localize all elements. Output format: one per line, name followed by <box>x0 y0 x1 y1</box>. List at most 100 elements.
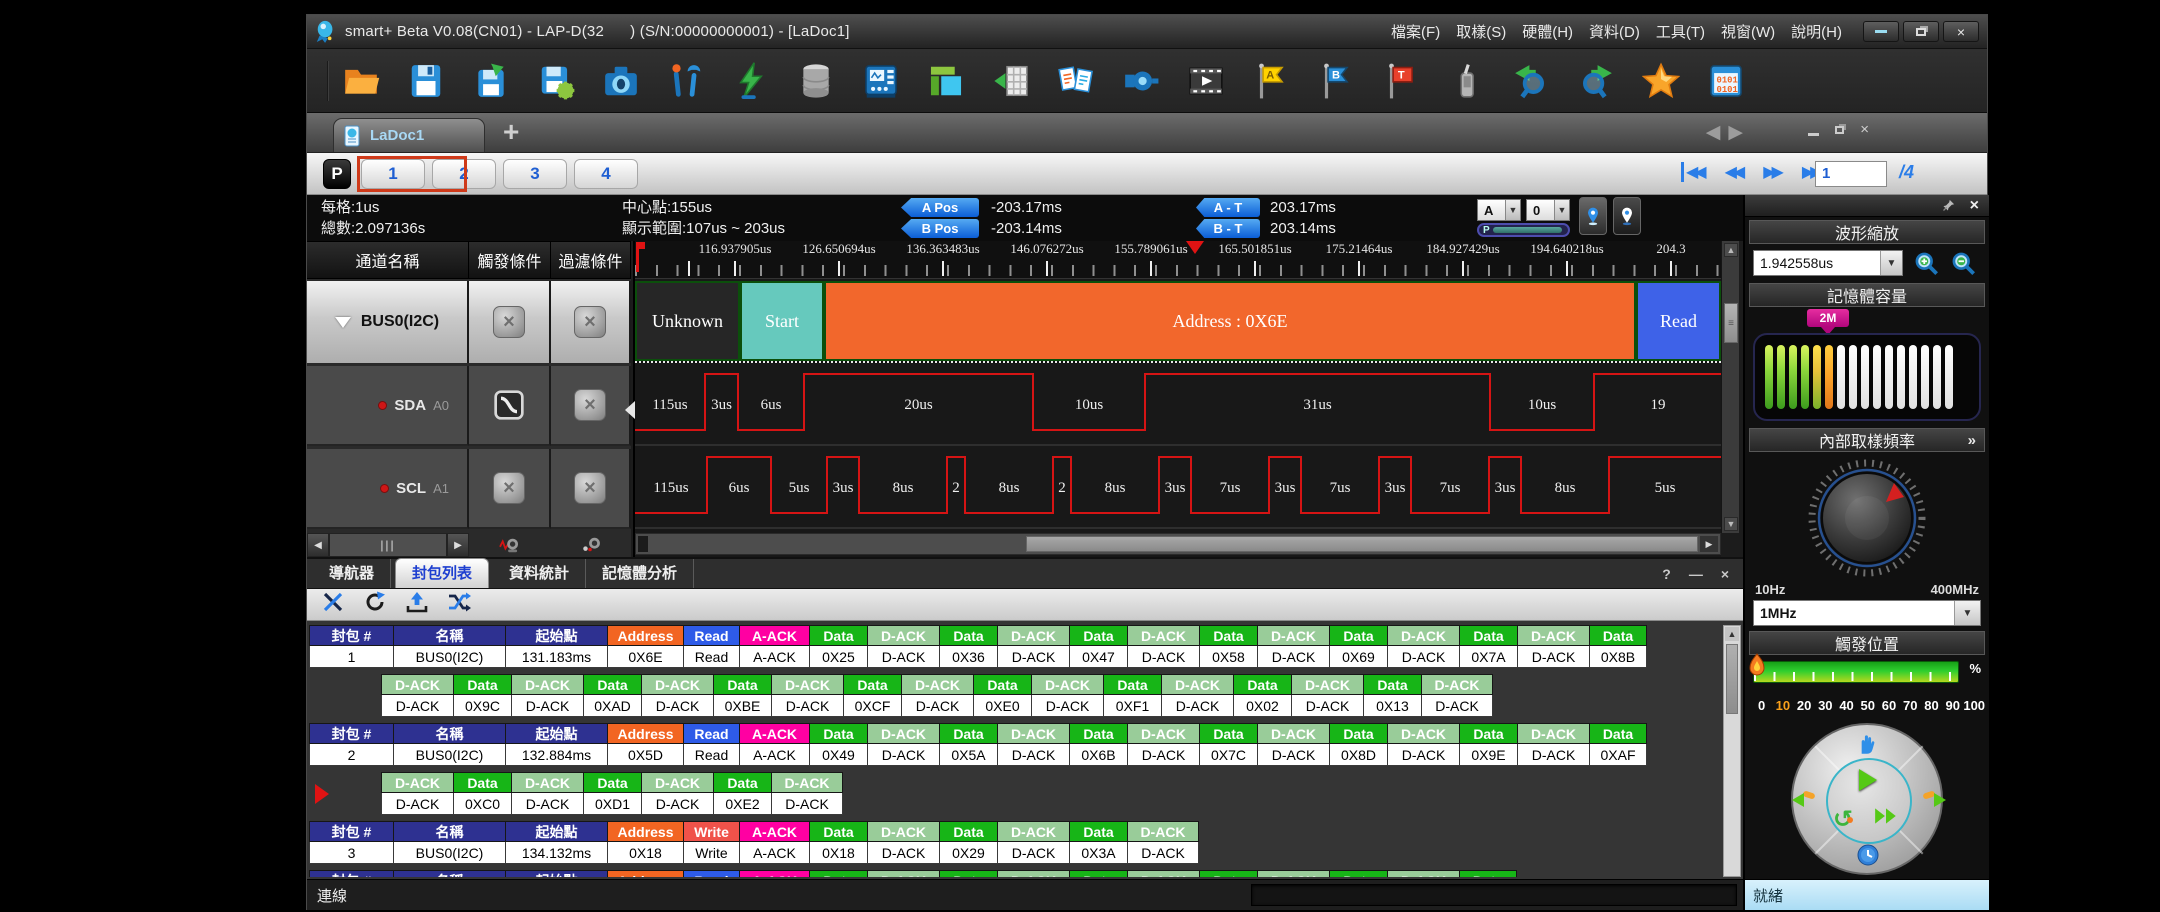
search-backward-icon[interactable] <box>1512 62 1550 100</box>
packet-cell[interactable]: 0X6B <box>1069 744 1127 766</box>
export-data-icon[interactable] <box>992 62 1030 100</box>
hand-pan-icon[interactable] <box>1853 731 1879 757</box>
packet-cell[interactable]: 0XD1 <box>583 793 641 815</box>
value-select[interactable]: 0▼ <box>1526 199 1570 221</box>
edge-trigger-icon[interactable] <box>493 389 525 421</box>
packet-cell[interactable]: 0X5A <box>939 744 997 766</box>
bottom-tab-0[interactable]: 導航器 <box>313 559 391 588</box>
restore-button[interactable] <box>1903 21 1939 42</box>
waveform-v-scrollbar[interactable]: ▲ ≡ ▼ <box>1721 241 1739 533</box>
packet-cell[interactable]: D-ACK <box>901 695 973 717</box>
menu-item[interactable]: 視窗(W) <box>1714 18 1782 45</box>
sda-filter-cell[interactable]: × <box>551 366 631 446</box>
packet-cell[interactable]: D-ACK <box>1127 744 1199 766</box>
packet-cell[interactable]: 0X5D <box>607 744 683 766</box>
close-panel-icon[interactable]: × <box>1970 198 1979 214</box>
bus-trigger-cell[interactable]: × <box>469 281 551 363</box>
bookmark-icon[interactable] <box>1642 62 1680 100</box>
h-scroll-thumb[interactable] <box>1026 536 1698 552</box>
shuffle-icon[interactable] <box>447 590 471 619</box>
page-button-2[interactable]: 2 <box>432 159 496 189</box>
packet-cell[interactable]: D-ACK <box>867 744 939 766</box>
packet-cell[interactable]: 0X18 <box>607 842 683 864</box>
packet-cell[interactable]: D-ACK <box>381 793 453 815</box>
packet-cell[interactable]: 132.884ms <box>505 744 607 766</box>
packet-cell[interactable]: 131.183ms <box>505 646 607 668</box>
packet-cell[interactable]: 0X6E <box>607 646 683 668</box>
packet-cell[interactable]: 0X02 <box>1233 695 1291 717</box>
packet-cell[interactable]: D-ACK <box>511 793 583 815</box>
packet-cell[interactable]: 1 <box>309 646 393 668</box>
packet-cell[interactable]: 0X25 <box>809 646 867 668</box>
waveform-h-scrollbar[interactable]: ▶ <box>635 533 1721 555</box>
first-page-button[interactable]: ◀◀ <box>1681 162 1703 182</box>
next-page-button[interactable]: ▶▶ <box>1763 162 1780 182</box>
doc-close-button[interactable]: × <box>1860 121 1869 138</box>
cursor-select[interactable]: A▼ <box>1477 199 1521 221</box>
packet-cell[interactable]: D-ACK <box>997 646 1069 668</box>
open-file-icon[interactable] <box>342 62 380 100</box>
packet-cell[interactable]: 0X69 <box>1329 646 1387 668</box>
prev-page-button[interactable]: ◀◀ <box>1725 162 1742 182</box>
sda-trigger-cell[interactable] <box>469 366 551 446</box>
packet-cell[interactable]: 0X8B <box>1589 646 1647 668</box>
packet-row[interactable]: 封包 #名稱起始點AddressReadA-ACKDataD-ACKDataD-… <box>309 870 1721 877</box>
save-icon[interactable] <box>407 62 445 100</box>
packet-cell[interactable]: D-ACK <box>1127 646 1199 668</box>
delete-packets-icon[interactable] <box>321 590 345 619</box>
bottom-tab-1[interactable]: 封包列表 <box>395 558 489 588</box>
packet-cell[interactable]: D-ACK <box>867 646 939 668</box>
page-button-4[interactable]: 4 <box>574 159 638 189</box>
filter-x-icon[interactable]: × <box>574 306 606 338</box>
packet-cell[interactable]: D-ACK <box>511 695 583 717</box>
packet-row[interactable]: 封包 #名稱起始點AddressReadA-ACKDataD-ACKDataD-… <box>309 723 1721 766</box>
packet-cell[interactable]: D-ACK <box>1257 646 1329 668</box>
scl-channel-row[interactable]: SCLA1 <box>307 449 469 529</box>
close-button[interactable]: × <box>1943 21 1979 42</box>
flag-a-icon[interactable]: A <box>1252 62 1290 100</box>
packet-row[interactable]: 封包 #名稱起始點AddressReadA-ACKDataD-ACKDataD-… <box>309 625 1721 668</box>
screenshot-icon[interactable] <box>602 62 640 100</box>
storage-icon[interactable] <box>797 62 835 100</box>
export-packets-icon[interactable] <box>405 590 429 619</box>
packet-cell[interactable]: D-ACK <box>1517 646 1589 668</box>
doc-minimize-button[interactable] <box>1808 133 1819 136</box>
clock-icon[interactable] <box>1856 843 1880 867</box>
sample-rate-knob[interactable] <box>1745 454 1989 582</box>
packet-cell[interactable]: D-ACK <box>997 744 1069 766</box>
scroll-up-button[interactable]: ▲ <box>1725 627 1739 641</box>
packet-cell[interactable]: 0X36 <box>939 646 997 668</box>
packet-cell[interactable]: 0X18 <box>809 842 867 864</box>
filter-x-icon[interactable]: × <box>574 389 606 421</box>
slider-flame-marker[interactable] <box>1749 653 1765 681</box>
pin-panel-icon[interactable] <box>1941 198 1956 213</box>
packet-row[interactable]: 封包 #名稱起始點AddressWriteA-ACKDataD-ACKDataD… <box>309 821 1721 864</box>
packet-cell[interactable]: 0X47 <box>1069 646 1127 668</box>
trigger-icon[interactable] <box>732 62 770 100</box>
trigger-position-slider[interactable]: % <box>1753 657 1981 695</box>
packet-row[interactable]: D-ACKDataD-ACKDataD-ACKDataD-ACKDataD-AC… <box>381 674 1721 717</box>
packet-cell[interactable]: D-ACK <box>771 695 843 717</box>
sda-channel-row[interactable]: SDAA0 <box>307 366 469 446</box>
packet-cell[interactable]: Read <box>683 744 739 766</box>
scl-trigger-cell[interactable]: × <box>469 449 551 529</box>
packet-cell[interactable]: D-ACK <box>1161 695 1233 717</box>
decode-block[interactable]: Address : 0X6E <box>824 281 1636 361</box>
bus-decode-icon[interactable] <box>1122 62 1160 100</box>
memory-meter[interactable]: 2M <box>1753 309 1981 425</box>
refresh-icon[interactable] <box>363 590 387 619</box>
packet-cell[interactable]: A-ACK <box>739 646 809 668</box>
sample-rate-select[interactable]: 1MHz▼ <box>1753 600 1981 626</box>
page-button-1[interactable]: 1 <box>361 159 425 189</box>
packet-cell[interactable]: D-ACK <box>1387 744 1459 766</box>
page-number-input[interactable]: 1 <box>1815 161 1887 187</box>
nav-pad-disc[interactable]: ↺ <box>1791 723 1943 875</box>
packet-cell[interactable]: BUS0(I2C) <box>393 842 505 864</box>
panel-collapse-arrow[interactable] <box>625 401 635 419</box>
scroll-down-button[interactable]: ▼ <box>1724 517 1738 531</box>
channel-scrollbar[interactable]: ||| <box>329 533 447 557</box>
zoom-in-icon[interactable] <box>1913 250 1940 277</box>
flag-b-icon[interactable]: B <box>1317 62 1355 100</box>
trigger-marker-icon[interactable] <box>1186 241 1204 254</box>
menu-item[interactable]: 工具(T) <box>1649 18 1712 45</box>
